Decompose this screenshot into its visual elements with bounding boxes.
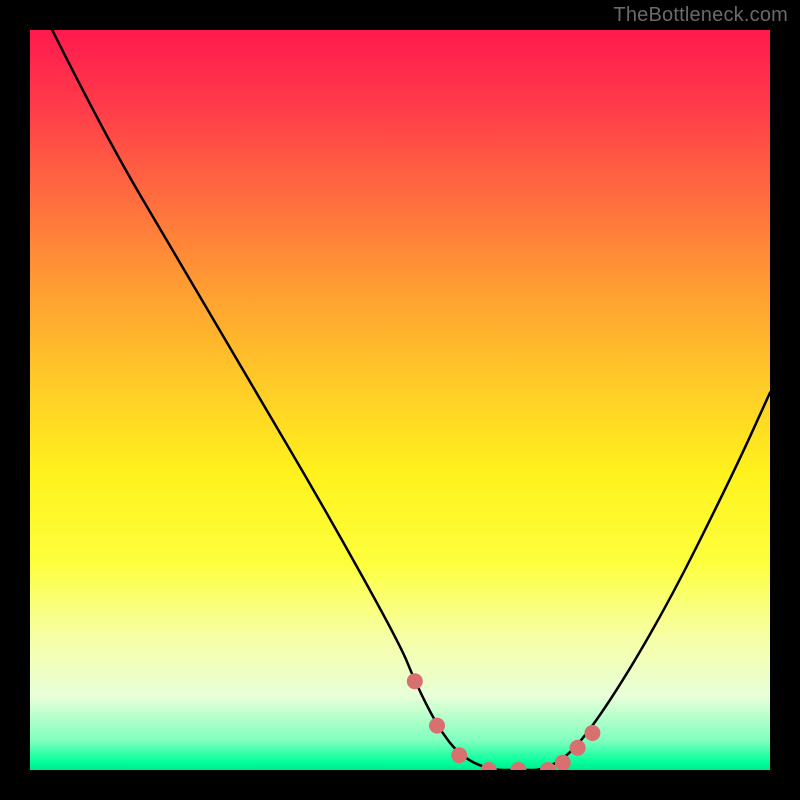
highlight-marker bbox=[407, 673, 423, 689]
highlight-marker bbox=[481, 762, 497, 770]
bottleneck-curve bbox=[52, 30, 770, 770]
bottleneck-curve-svg bbox=[30, 30, 770, 770]
highlight-markers bbox=[407, 673, 601, 770]
highlight-marker bbox=[584, 725, 600, 741]
watermark-text: TheBottleneck.com bbox=[613, 4, 788, 27]
plot-area bbox=[30, 30, 770, 770]
highlight-marker bbox=[555, 755, 571, 770]
highlight-marker bbox=[451, 747, 467, 763]
highlight-marker bbox=[570, 740, 586, 756]
highlight-marker bbox=[429, 718, 445, 734]
chart-frame: TheBottleneck.com bbox=[0, 0, 800, 800]
highlight-marker bbox=[510, 762, 526, 770]
